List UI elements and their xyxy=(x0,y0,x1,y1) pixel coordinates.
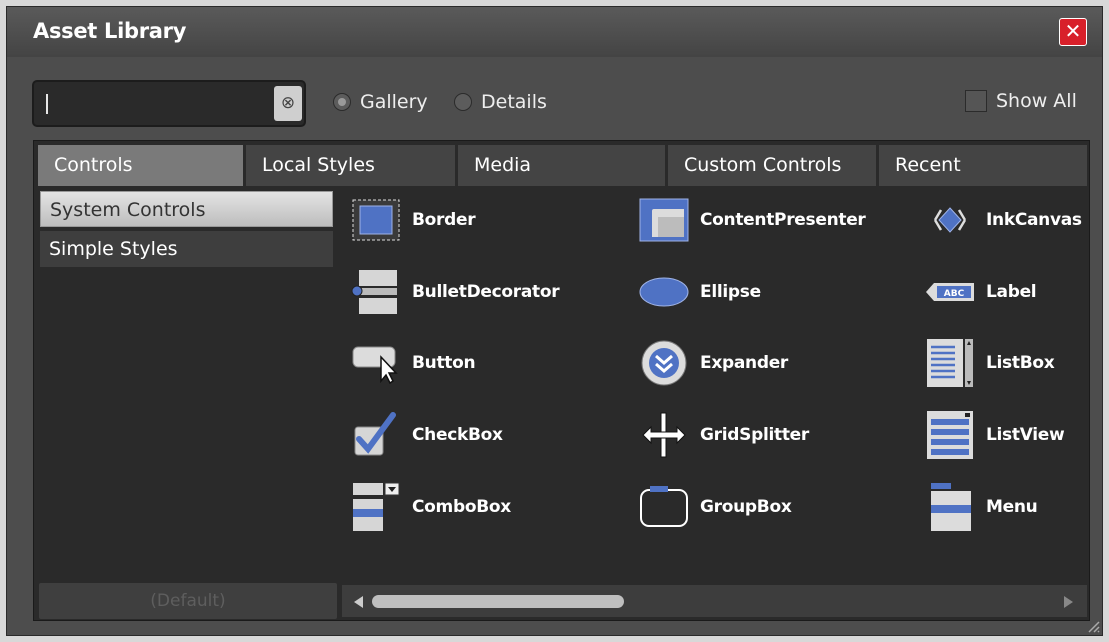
tab-custom-controls[interactable]: Custom Controls xyxy=(668,145,876,186)
asset-label: ContentPresenter xyxy=(700,210,866,230)
tab-media[interactable]: Media xyxy=(458,145,665,186)
checkbox-icon xyxy=(348,406,404,464)
asset-label: Ellipse xyxy=(700,282,761,302)
grid-splitter-icon xyxy=(636,406,692,464)
clear-icon: ⊗ xyxy=(280,93,296,113)
asset-combobox[interactable]: ComboBox xyxy=(348,478,511,536)
asset-label: GridSplitter xyxy=(700,425,809,445)
asset-label: CheckBox xyxy=(412,425,503,445)
asset-label: Border xyxy=(412,210,476,230)
details-label: Details xyxy=(481,91,547,113)
asset-ink-canvas[interactable]: InkCanvas xyxy=(922,191,1082,249)
list-view-icon xyxy=(922,406,978,464)
asset-checkbox[interactable]: CheckBox xyxy=(348,406,503,464)
asset-label: Menu xyxy=(986,497,1038,517)
asset-grid-splitter[interactable]: GridSplitter xyxy=(636,406,809,464)
asset-button[interactable]: Button xyxy=(348,334,476,392)
asset-list-box[interactable]: ListBox xyxy=(922,334,1055,392)
scroll-left-icon[interactable] xyxy=(354,596,363,608)
window-title: Asset Library xyxy=(33,19,187,43)
label-icon: ABC xyxy=(922,263,978,321)
category-system-controls[interactable]: System Controls xyxy=(40,191,333,227)
asset-label: InkCanvas xyxy=(986,210,1082,230)
ellipse-icon xyxy=(636,263,692,321)
asset-border[interactable]: Border xyxy=(348,191,476,249)
asset-menu[interactable]: Menu xyxy=(922,478,1038,536)
asset-expander[interactable]: Expander xyxy=(636,334,788,392)
asset-group-box[interactable]: GroupBox xyxy=(636,478,792,536)
default-button[interactable]: (Default) xyxy=(39,583,337,619)
asset-label: GroupBox xyxy=(700,497,792,517)
scroll-thumb[interactable] xyxy=(372,595,624,608)
tab-local-styles[interactable]: Local Styles xyxy=(246,145,455,186)
text-caret xyxy=(46,94,48,114)
asset-label-control[interactable]: ABC Label xyxy=(922,263,1037,321)
asset-label: Label xyxy=(986,282,1037,302)
asset-library-window: Asset Library ✕ ⊗ Gallery Details Show A… xyxy=(6,6,1103,636)
gallery-label: Gallery xyxy=(360,91,428,113)
asset-content-presenter[interactable]: ContentPresenter xyxy=(636,191,866,249)
button-icon xyxy=(348,334,404,392)
checkbox-box[interactable] xyxy=(965,90,987,112)
asset-bullet-decorator[interactable]: BulletDecorator xyxy=(348,263,560,321)
asset-label: Button xyxy=(412,353,476,373)
content-presenter-icon xyxy=(636,191,692,249)
show-all-checkbox[interactable]: Show All xyxy=(965,90,1077,112)
gallery-radio[interactable]: Gallery xyxy=(333,89,428,115)
label-icon-text: ABC xyxy=(944,289,965,299)
radio-selected-icon[interactable] xyxy=(333,93,351,111)
asset-panel: Controls Local Styles Media Custom Contr… xyxy=(33,140,1090,621)
group-box-icon xyxy=(636,478,692,536)
expander-icon xyxy=(636,334,692,392)
tab-controls[interactable]: Controls xyxy=(38,145,243,186)
close-icon: ✕ xyxy=(1064,19,1082,43)
radio-unselected-icon[interactable] xyxy=(454,93,472,111)
details-radio[interactable]: Details xyxy=(454,89,547,115)
asset-label: ListBox xyxy=(986,353,1055,373)
category-list: System Controls Simple Styles xyxy=(40,191,333,271)
title-bar[interactable]: Asset Library ✕ xyxy=(7,7,1102,57)
ink-canvas-icon xyxy=(922,191,978,249)
asset-label: Expander xyxy=(700,353,789,373)
asset-grid: Border BulletDecorator Button CheckBox C… xyxy=(344,191,1086,579)
tab-strip: Controls Local Styles Media Custom Contr… xyxy=(34,141,1089,186)
search-field[interactable]: ⊗ xyxy=(32,80,306,127)
asset-list-view[interactable]: ListView xyxy=(922,406,1065,464)
close-button[interactable]: ✕ xyxy=(1059,18,1087,46)
border-icon xyxy=(348,191,404,249)
asset-label: BulletDecorator xyxy=(412,282,560,302)
bullet-decorator-icon xyxy=(348,263,404,321)
scroll-right-icon[interactable] xyxy=(1064,596,1073,608)
menu-icon xyxy=(922,478,978,536)
category-simple-styles[interactable]: Simple Styles xyxy=(40,231,333,267)
tab-recent[interactable]: Recent xyxy=(879,145,1087,186)
show-all-label: Show All xyxy=(996,90,1077,112)
asset-ellipse[interactable]: Ellipse xyxy=(636,263,761,321)
asset-label: ComboBox xyxy=(412,497,511,517)
resize-grip-icon[interactable] xyxy=(1086,619,1100,633)
list-box-icon xyxy=(922,334,978,392)
horizontal-scrollbar[interactable] xyxy=(342,585,1087,617)
combobox-icon xyxy=(348,478,404,536)
clear-search-button[interactable]: ⊗ xyxy=(274,86,302,121)
asset-label: ListView xyxy=(986,425,1065,445)
